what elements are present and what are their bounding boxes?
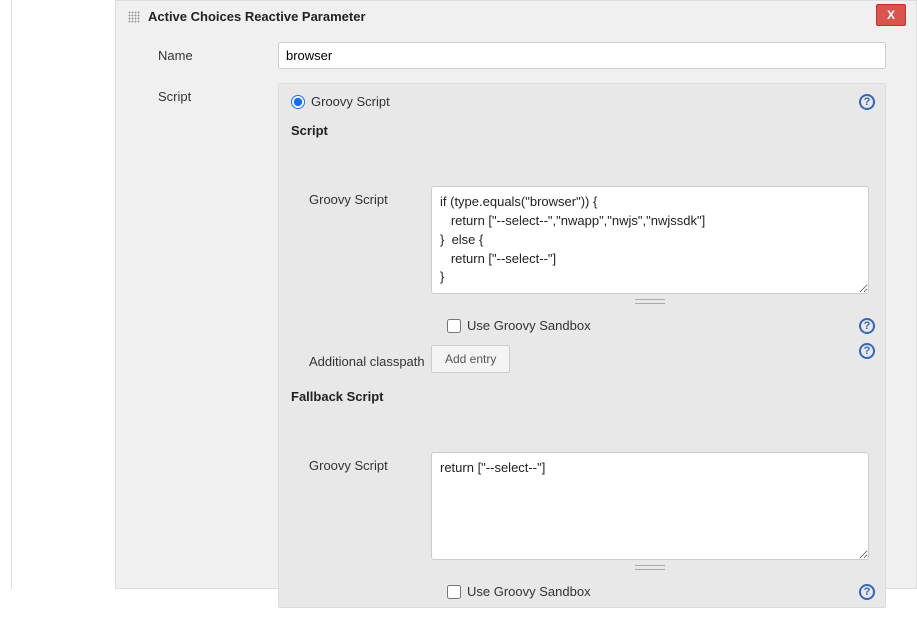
resize-grip-icon[interactable] [431, 296, 869, 302]
script-row: Script Groovy Script ? Script Groovy Scr… [116, 79, 916, 618]
groovy-script-textarea[interactable] [431, 186, 869, 294]
help-icon[interactable]: ? [859, 94, 875, 110]
add-entry-button[interactable]: Add entry [431, 345, 510, 373]
close-button[interactable]: X [876, 4, 906, 26]
help-icon[interactable]: ? [859, 343, 875, 359]
sandbox-label-fallback: Use Groovy Sandbox [467, 584, 591, 599]
groovy-script-editor-row: Groovy Script [279, 146, 885, 310]
fallback-groovy-script-label: Groovy Script [291, 452, 431, 473]
script-section-heading: Script [279, 117, 885, 146]
groovy-script-label: Groovy Script [291, 186, 431, 207]
sandbox-row-main: Use Groovy Sandbox ? [279, 310, 885, 341]
name-input[interactable] [278, 42, 886, 69]
classpath-label: Additional classpath [291, 350, 431, 369]
groovy-radio[interactable] [291, 95, 305, 109]
help-icon[interactable]: ? [859, 318, 875, 334]
sandbox-checkbox-fallback[interactable] [447, 585, 461, 599]
name-row: Name [116, 38, 916, 79]
sandbox-row-fallback: Use Groovy Sandbox ? [279, 576, 885, 607]
help-icon[interactable]: ? [859, 584, 875, 600]
panel-title: Active Choices Reactive Parameter [148, 9, 366, 24]
fallback-script-editor-row: Groovy Script [279, 412, 885, 576]
drag-handle-icon[interactable] [128, 11, 140, 23]
sandbox-label-main: Use Groovy Sandbox [467, 318, 591, 333]
sandbox-checkbox-main[interactable] [447, 319, 461, 333]
script-label: Script [128, 83, 278, 104]
resize-grip-icon[interactable] [431, 562, 869, 568]
script-block: Groovy Script ? Script Groovy Script Use… [278, 83, 886, 608]
classpath-row: Additional classpath Add entry ? [279, 341, 885, 383]
fallback-section-heading: Fallback Script [279, 383, 885, 412]
name-label: Name [128, 42, 278, 63]
parameter-panel: X Active Choices Reactive Parameter Name… [115, 0, 917, 589]
panel-header: Active Choices Reactive Parameter [116, 1, 916, 38]
fallback-script-textarea[interactable] [431, 452, 869, 560]
groovy-radio-row: Groovy Script ? [279, 84, 885, 117]
groovy-radio-label: Groovy Script [311, 94, 390, 109]
